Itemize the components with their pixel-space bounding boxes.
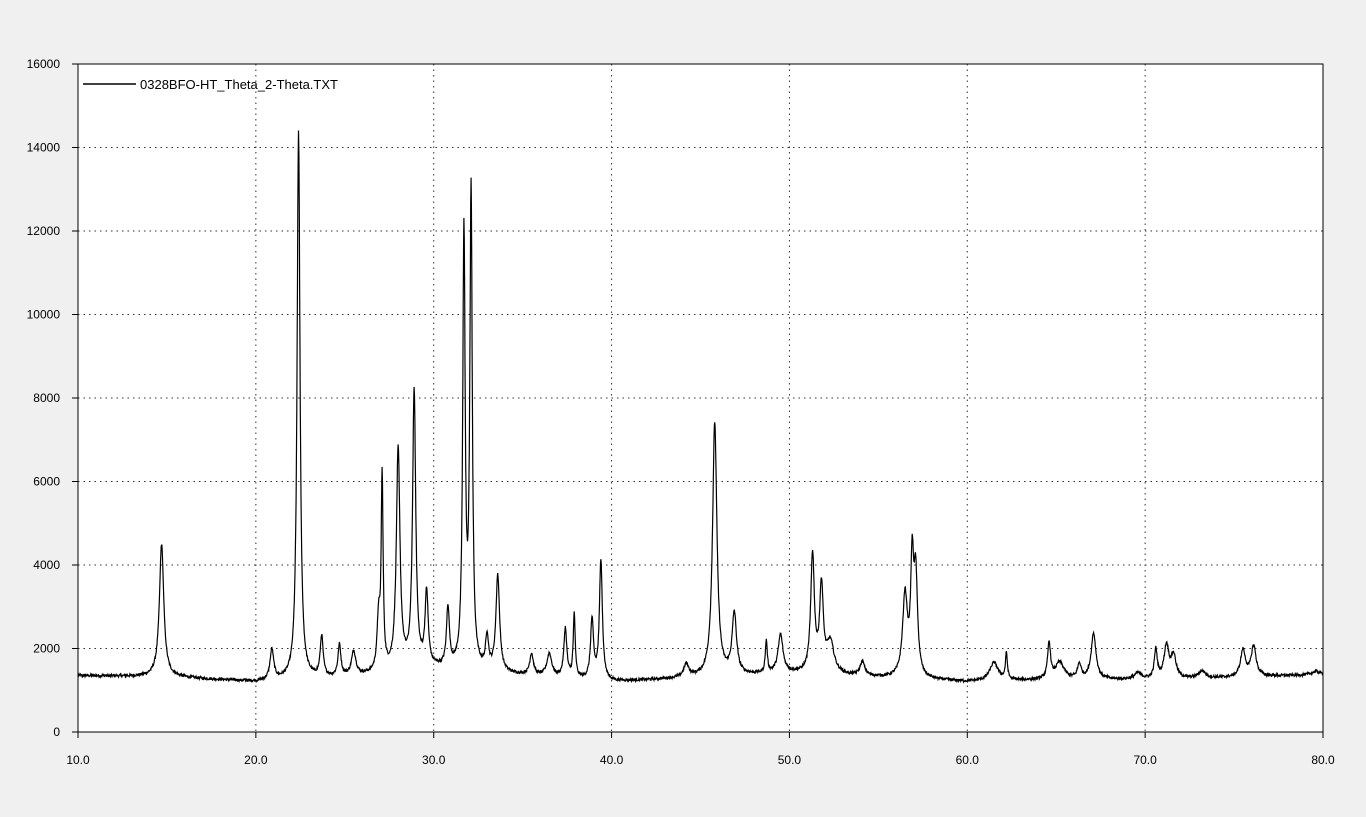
x-tick-label: 60.0 [956,753,980,767]
y-tick-label: 14000 [27,141,61,155]
xrd-chart: 10.0 20.0 30.0 40.0 50.0 60.0 70.0 80.0 0 2000 400… [27,57,1335,767]
y-tick-label: 8000 [33,391,60,405]
x-tick-label: 70.0 [1133,753,1157,767]
x-tick-label: 80.0 [1311,753,1335,767]
x-tick-label: 10.0 [66,753,90,767]
x-tick-label: 50.0 [778,753,802,767]
x-tick-label: 40.0 [600,753,624,767]
legend-label: 0328BFO-HT_Theta_2-Theta.TXT [140,77,338,92]
y-tick-label: 16000 [27,57,61,71]
y-tick-label: 0 [53,725,60,739]
y-tick-label: 12000 [27,224,61,238]
x-tick-label: 20.0 [244,753,268,767]
y-tick-label: 6000 [33,475,60,489]
y-tick-label: 10000 [27,308,61,322]
x-tick-label: 30.0 [422,753,446,767]
y-tick-label: 4000 [33,558,60,572]
y-tick-label: 2000 [33,642,60,656]
